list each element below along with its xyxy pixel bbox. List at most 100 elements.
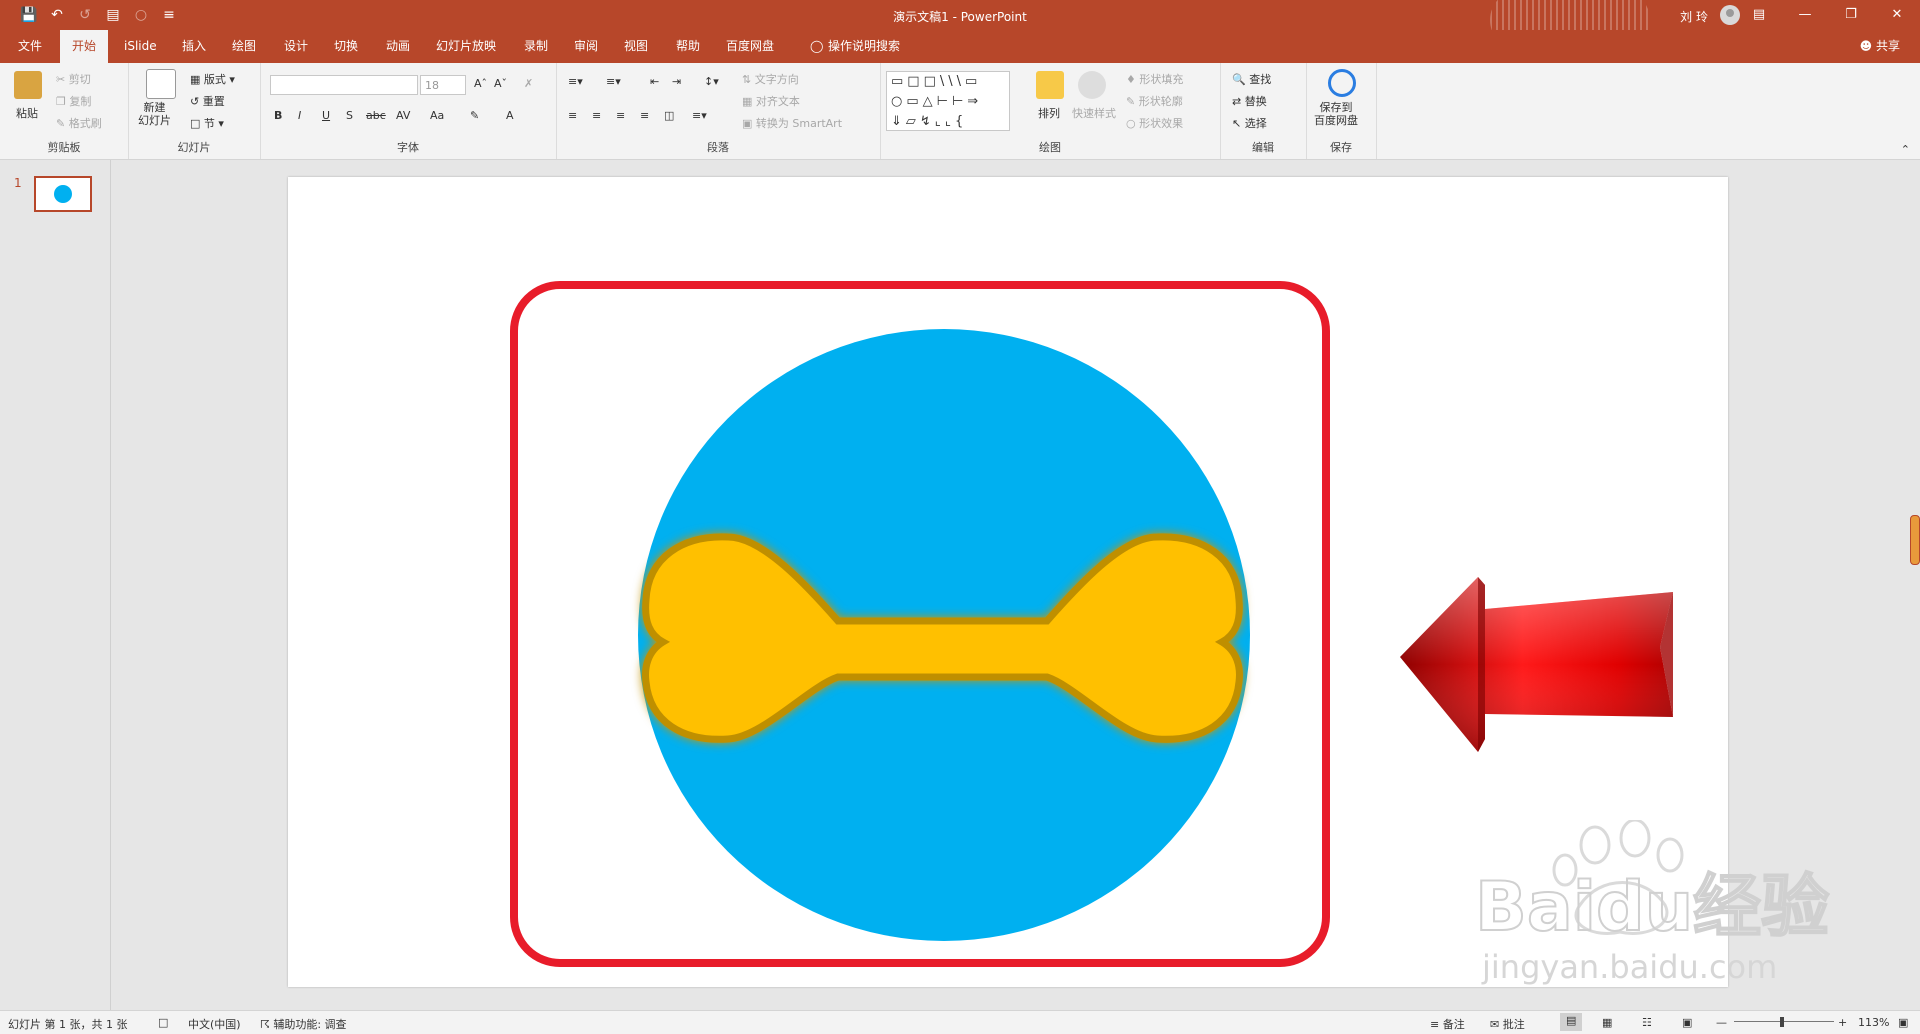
copy-button[interactable]: ❐ 复制 — [56, 93, 91, 109]
tab-file[interactable]: 文件 — [6, 30, 54, 63]
text-direction-button[interactable]: ⇅ 文字方向 — [742, 71, 799, 87]
column-spacing-icon[interactable]: ≡▾ — [692, 109, 707, 122]
collapse-ribbon-icon[interactable]: ⌃ — [1901, 143, 1910, 156]
fit-to-window-icon[interactable]: ▣ — [1898, 1016, 1908, 1029]
underline-button[interactable]: U — [322, 109, 330, 122]
vertical-scrollbar[interactable] — [1910, 515, 1920, 565]
tab-islide[interactable]: iSlide — [112, 30, 169, 63]
find-button[interactable]: 🔍 查找 — [1232, 71, 1271, 87]
accessibility-button[interactable]: ☈ 辅助功能: 调查 — [260, 1016, 347, 1032]
smartart-button[interactable]: ▣ 转换为 SmartArt — [742, 115, 842, 131]
cut-button[interactable]: ✂ 剪切 — [56, 71, 91, 87]
shape-outline-button[interactable]: ✎ 形状轮廓 — [1126, 93, 1183, 109]
minimize-icon[interactable]: — — [1782, 0, 1828, 30]
paste-icon[interactable] — [14, 71, 42, 99]
tab-draw[interactable]: 绘图 — [220, 30, 268, 63]
reset-button[interactable]: ↺ 重置 — [190, 93, 225, 109]
font-color-button[interactable]: A — [506, 109, 514, 122]
slide-sorter-icon[interactable]: ▦ — [1602, 1016, 1612, 1029]
increase-indent-icon[interactable]: ⇥ — [672, 75, 681, 88]
replace-button[interactable]: ⇄ 替换 — [1232, 93, 1267, 109]
numbering-icon[interactable]: ≡▾ — [606, 75, 621, 88]
replace-label: 替换 — [1244, 95, 1267, 108]
tab-transitions[interactable]: 切换 — [322, 30, 370, 63]
shapes-gallery[interactable]: ▭□□\\\▭ ○▭△⊢⊢⇒ ⇓▱↯⌞⌞{ — [886, 71, 1010, 131]
decrease-indent-icon[interactable]: ⇤ — [650, 75, 659, 88]
align-center-icon[interactable]: ≡ — [592, 109, 601, 122]
slideshow-icon[interactable]: ▣ — [1682, 1016, 1692, 1029]
new-slide-icon[interactable] — [146, 69, 176, 99]
arrange-button[interactable]: 排列 — [1038, 105, 1060, 121]
tab-baidu-netdisk[interactable]: 百度网盘 — [714, 30, 786, 63]
align-text-button[interactable]: ▦ 对齐文本 — [742, 93, 800, 109]
zoom-out-icon[interactable]: — — [1716, 1016, 1727, 1029]
share-button[interactable]: ☻ 共享 — [1860, 30, 1900, 63]
line-spacing-icon[interactable]: ↕▾ — [704, 75, 719, 88]
notes-button[interactable]: ≡ 备注 — [1430, 1016, 1465, 1032]
zoom-in-icon[interactable]: + — [1838, 1016, 1847, 1029]
normal-view-icon[interactable]: ▤ — [1560, 1013, 1583, 1031]
slide-canvas[interactable] — [288, 177, 1728, 987]
tab-review[interactable]: 审阅 — [562, 30, 610, 63]
tab-slideshow[interactable]: 幻灯片放映 — [424, 30, 508, 63]
tab-animations[interactable]: 动画 — [374, 30, 422, 63]
baidu-netdisk-icon[interactable] — [1328, 69, 1356, 97]
save-to-netdisk-button[interactable]: 保存到 百度网盘 — [1314, 101, 1358, 127]
tab-view[interactable]: 视图 — [612, 30, 660, 63]
strike-button[interactable]: abc — [366, 109, 386, 122]
section-button[interactable]: □ 节 ▾ — [190, 115, 224, 131]
tab-home[interactable]: 开始 — [60, 30, 109, 63]
red-arrow[interactable] — [1400, 577, 1673, 752]
tab-help[interactable]: 帮助 — [664, 30, 712, 63]
save-group: 保存到 百度网盘 保存 — [1306, 63, 1377, 159]
select-label: 选择 — [1244, 117, 1267, 130]
user-name[interactable]: 刘 玲 — [1680, 8, 1708, 25]
italic-button[interactable]: I — [298, 109, 301, 122]
select-button[interactable]: ↖ 选择 — [1232, 115, 1267, 131]
paste-button[interactable]: 粘贴 — [16, 105, 38, 121]
lightbulb-icon: ◯ — [810, 39, 824, 53]
restore-icon[interactable]: ❐ — [1828, 0, 1874, 30]
shrink-font-icon[interactable]: Aˇ — [494, 77, 507, 90]
columns-icon[interactable]: ◫ — [664, 109, 674, 122]
change-case-button[interactable]: Aa — [430, 109, 444, 122]
comments-label: 批注 — [1502, 1018, 1525, 1031]
ribbon-display-icon[interactable]: ▤ — [1736, 0, 1782, 30]
editing-group: 🔍 查找 ⇄ 替换 ↖ 选择 编辑 — [1220, 63, 1307, 159]
tab-record[interactable]: 录制 — [512, 30, 560, 63]
shadow-button[interactable]: S — [346, 109, 353, 122]
comments-button[interactable]: ✉ 批注 — [1490, 1016, 1525, 1032]
format-painter-button[interactable]: ✎ 格式刷 — [56, 115, 102, 131]
align-right-icon[interactable]: ≡ — [616, 109, 625, 122]
reading-view-icon[interactable]: ☷ — [1642, 1016, 1652, 1029]
font-size-combo[interactable]: 18 — [420, 75, 466, 95]
align-left-icon[interactable]: ≡ — [568, 109, 577, 122]
tell-me-search[interactable]: ◯ 操作说明搜索 — [800, 30, 912, 63]
new-slide-button[interactable]: 新建 幻灯片 — [138, 101, 171, 127]
close-icon[interactable]: ✕ — [1874, 0, 1920, 30]
spell-check-icon[interactable]: □ — [158, 1016, 168, 1029]
zoom-level[interactable]: 113% — [1858, 1016, 1889, 1029]
grow-font-icon[interactable]: Aˆ — [474, 77, 487, 90]
bullets-icon[interactable]: ≡▾ — [568, 75, 583, 88]
justify-icon[interactable]: ≡ — [640, 109, 649, 122]
shape-fill-button[interactable]: ♦ 形状填充 — [1126, 71, 1183, 87]
quick-styles-button[interactable]: 快速样式 — [1072, 105, 1116, 121]
arrange-icon[interactable] — [1036, 71, 1064, 99]
quick-styles-icon[interactable] — [1078, 71, 1106, 99]
clear-format-icon[interactable]: ✗ — [524, 77, 533, 90]
font-family-combo[interactable] — [270, 75, 418, 95]
tab-insert[interactable]: 插入 — [170, 30, 218, 63]
zoom-slider-thumb[interactable] — [1780, 1017, 1784, 1027]
spacing-button[interactable]: AV — [396, 109, 410, 122]
tab-design[interactable]: 设计 — [272, 30, 320, 63]
save-label: 保存 — [1330, 141, 1352, 154]
bold-button[interactable]: B — [274, 109, 282, 122]
language-indicator[interactable]: 中文(中国) — [188, 1016, 241, 1032]
layout-button[interactable]: ▦ 版式 ▾ — [190, 71, 235, 87]
highlight-icon[interactable]: ✎ — [470, 109, 479, 122]
shape-effects-button[interactable]: ○ 形状效果 — [1126, 115, 1183, 131]
drawing-label: 绘图 — [1039, 141, 1061, 154]
slide-thumbnail[interactable] — [34, 176, 92, 212]
zoom-slider[interactable] — [1734, 1021, 1834, 1022]
